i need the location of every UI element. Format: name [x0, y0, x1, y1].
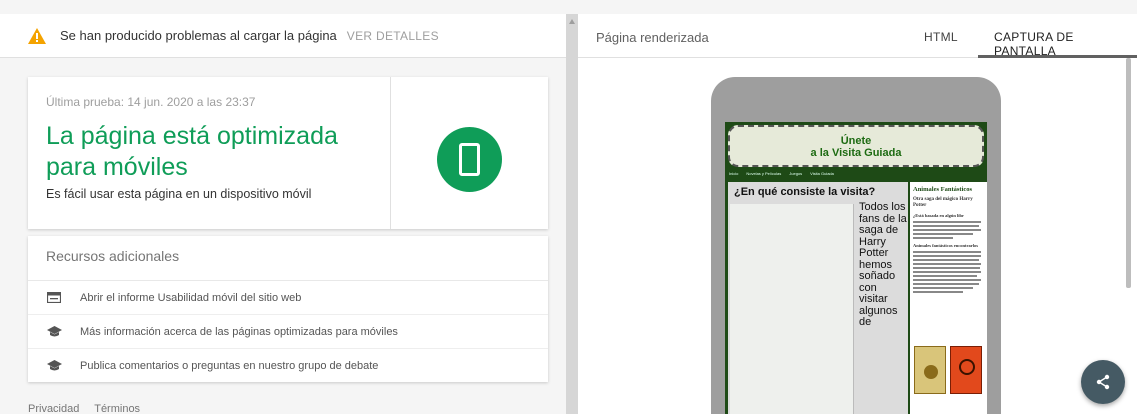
site-header-line2: a la Visita Guiada: [810, 147, 902, 159]
share-button[interactable]: [1081, 360, 1125, 404]
last-test-time: Última prueba: 14 jun. 2020 a las 23:37: [46, 95, 256, 109]
terms-link[interactable]: Términos: [94, 403, 140, 414]
mobile-phone-icon: [459, 143, 480, 176]
privacy-link[interactable]: Privacidad: [28, 403, 79, 414]
phone-frame: Únete a la Visita Guiada Inicio Novelas …: [711, 77, 1001, 414]
rendered-page-pane: Página renderizada HTML CAPTURA DE PANTA…: [578, 14, 1137, 414]
site-sidebar-bold-text: Animales fantásticos encontrarlos: [913, 243, 978, 248]
view-details-link[interactable]: VER DETALLES: [347, 29, 439, 43]
graduation-cap-icon: [46, 325, 62, 339]
resource-item-label: Publica comentarios o preguntas en nuest…: [80, 360, 379, 372]
splitter-grip-icon: [569, 18, 575, 24]
share-icon: [1096, 374, 1110, 390]
mobile-friendly-badge: [437, 127, 502, 192]
tab-screenshot[interactable]: CAPTURA DE PANTALLA: [994, 30, 1137, 58]
site-nav-item: Inicio: [729, 171, 739, 176]
site-body-text: Todos los fans de la saga de Harry Potte…: [859, 201, 907, 328]
load-warning-bar: Se han producido problemas al cargar la …: [0, 14, 566, 58]
result-card: Última prueba: 14 jun. 2020 a las 23:37 …: [28, 77, 548, 229]
rendered-page-title: Página renderizada: [596, 30, 709, 45]
rendered-page-header: Página renderizada HTML CAPTURA DE PANTA…: [578, 14, 1137, 58]
site-sidebar-text: [913, 251, 984, 293]
report-icon: [46, 291, 62, 305]
site-header-line1: Únete: [840, 135, 872, 147]
site-book-covers: [914, 346, 982, 394]
book-cover-image: [914, 346, 946, 394]
site-nav-item: Visita Guiada: [810, 171, 834, 176]
footer-links: Privacidad Términos: [28, 403, 152, 414]
book-cover-image: [950, 346, 982, 394]
result-description: Es fácil usar esta página en un disposit…: [46, 187, 312, 201]
site-sidebar: Animales Fantásticos Otra saga del mágic…: [910, 182, 987, 414]
warning-message: Se han producido problemas al cargar la …: [60, 28, 337, 43]
results-pane: Se han producido problemas al cargar la …: [0, 0, 566, 414]
resource-item-discussion-group[interactable]: Publica comentarios o preguntas en nuest…: [28, 349, 548, 383]
site-nav-item: Juegos: [789, 171, 803, 176]
result-headline: La página está optimizada para móviles: [46, 122, 338, 181]
card-divider: [390, 77, 391, 229]
site-sidebar-question: ¿Está basada en algún libr: [913, 213, 965, 218]
resource-item-label: Abrir el informe Usabilidad móvil del si…: [80, 291, 302, 304]
site-nav-item: Novelas y Películas: [746, 171, 782, 176]
resource-item-label: Más información acerca de las páginas op…: [80, 325, 398, 338]
warning-triangle-icon: [28, 27, 46, 44]
site-header-banner: Únete a la Visita Guiada: [728, 125, 984, 167]
resource-item-usability-report[interactable]: Abrir el informe Usabilidad móvil del si…: [28, 281, 548, 315]
additional-resources-card: Recursos adicionales Abrir el informe Us…: [28, 236, 548, 382]
resource-item-learn-more[interactable]: Más información acerca de las páginas op…: [28, 315, 548, 349]
site-question-heading: ¿En qué consiste la visita?: [734, 186, 876, 198]
site-sidebar-subtitle: Otra saga del mágico Harry Potter: [913, 197, 973, 208]
graduation-cap-icon: [46, 359, 62, 373]
active-tab-indicator: [978, 55, 1137, 58]
site-main-column: ¿En qué consiste la visita? Todos los fa…: [728, 182, 908, 414]
preview-scrollbar[interactable]: [1126, 58, 1131, 288]
site-image-placeholder: [730, 204, 854, 414]
resources-title: Recursos adicionales: [46, 248, 180, 264]
tab-html[interactable]: HTML: [924, 30, 958, 44]
crest-icon: [959, 359, 975, 375]
crest-icon: [924, 365, 938, 379]
rendered-screenshot[interactable]: Únete a la Visita Guiada Inicio Novelas …: [725, 122, 987, 414]
site-nav: Inicio Novelas y Películas Juegos Visita…: [729, 171, 834, 176]
pane-splitter[interactable]: [566, 14, 578, 414]
site-sidebar-text: [913, 221, 984, 239]
site-sidebar-title: Animales Fantásticos: [913, 186, 973, 193]
